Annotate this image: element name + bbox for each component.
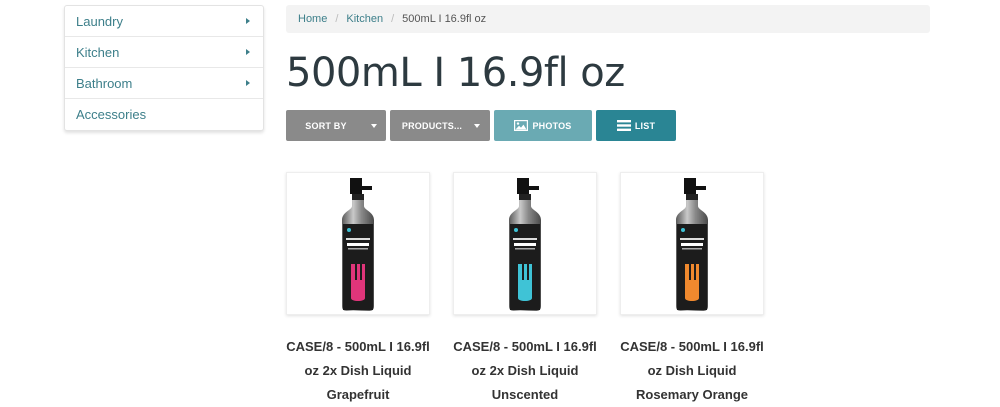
product-image[interactable]: [620, 172, 764, 315]
list-label: LIST: [634, 120, 656, 131]
breadcrumb-current: 500mL I 16.9fl oz: [402, 13, 487, 25]
products-dropdown[interactable]: PRODUCTS...: [390, 110, 490, 141]
product-image[interactable]: [286, 172, 430, 315]
sidebar-item-label: Kitchen: [76, 44, 120, 60]
image-icon: [514, 120, 529, 131]
view-toolbar: SORT BY PRODUCTS... PHOTOS LIST: [286, 110, 676, 141]
breadcrumb-separator: /: [335, 13, 339, 25]
sidebar-item-bathroom[interactable]: Bathroom: [65, 68, 263, 99]
product-name[interactable]: CASE/8 - 500mL I 16.9fl oz 2x Dish Liqui…: [286, 335, 430, 407]
caret-down-icon: [474, 123, 481, 128]
bottle-image: [342, 177, 374, 311]
breadcrumb: Home / Kitchen / 500mL I 16.9fl oz: [286, 5, 930, 33]
photos-label: PHOTOS: [532, 120, 572, 131]
list-view-button[interactable]: LIST: [596, 110, 676, 141]
breadcrumb-home[interactable]: Home: [298, 13, 327, 25]
sidebar-item-laundry[interactable]: Laundry: [65, 6, 263, 37]
list-icon: [616, 120, 631, 131]
category-sidebar: Laundry Kitchen Bathroom Accessories: [64, 5, 264, 131]
products-label: PRODUCTS...: [401, 120, 463, 131]
product-card[interactable]: CASE/8 - 500mL I 16.9fl oz Dish Liquid R…: [620, 172, 764, 407]
caret-right-icon: [246, 49, 250, 55]
product-grid: CASE/8 - 500mL I 16.9fl oz 2x Dish Liqui…: [286, 172, 764, 407]
caret-down-icon: [370, 123, 377, 128]
sidebar-item-accessories[interactable]: Accessories: [65, 99, 263, 130]
breadcrumb-separator: /: [391, 13, 395, 25]
product-name[interactable]: CASE/8 - 500mL I 16.9fl oz Dish Liquid R…: [620, 335, 764, 407]
product-image[interactable]: [453, 172, 597, 315]
sidebar-item-label: Accessories: [76, 107, 147, 122]
product-name[interactable]: CASE/8 - 500mL I 16.9fl oz 2x Dish Liqui…: [453, 335, 597, 407]
photos-view-button[interactable]: PHOTOS: [494, 110, 592, 141]
sort-by-label: SORT BY: [305, 120, 347, 131]
caret-right-icon: [246, 80, 250, 86]
product-card[interactable]: CASE/8 - 500mL I 16.9fl oz 2x Dish Liqui…: [453, 172, 597, 407]
caret-right-icon: [246, 18, 250, 24]
bottle-image: [509, 177, 541, 311]
breadcrumb-kitchen[interactable]: Kitchen: [346, 13, 383, 25]
sidebar-item-label: Bathroom: [76, 75, 133, 91]
sidebar-item-label: Laundry: [76, 13, 123, 29]
product-card[interactable]: CASE/8 - 500mL I 16.9fl oz 2x Dish Liqui…: [286, 172, 430, 407]
bottle-image: [676, 177, 708, 311]
sidebar-item-kitchen[interactable]: Kitchen: [65, 37, 263, 68]
page-title: 500mL I 16.9fl oz: [286, 50, 625, 96]
sort-by-dropdown[interactable]: SORT BY: [286, 110, 386, 141]
